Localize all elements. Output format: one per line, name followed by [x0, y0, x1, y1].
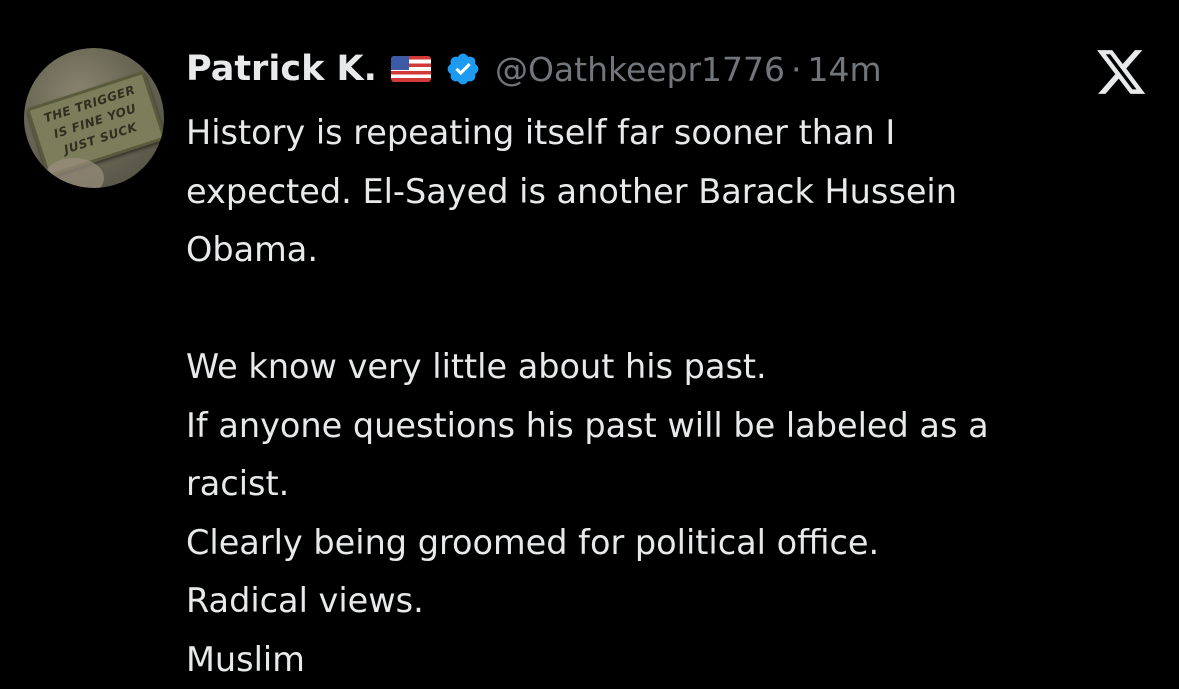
- tweet-text-line: racist.: [186, 464, 290, 503]
- tweet-text-spacer: [186, 280, 1166, 339]
- tweet-text-line: Obama.: [186, 230, 318, 269]
- avatar-hand: [44, 158, 104, 188]
- us-flag-icon: [390, 56, 431, 82]
- tweet-text-line: If anyone questions his past will be lab…: [186, 405, 989, 445]
- author-display-name[interactable]: Patrick K.: [186, 49, 377, 89]
- tweet-header: Patrick K. @Oathkeepr1776 · 14m: [186, 44, 882, 94]
- x-logo-icon: [1097, 50, 1147, 96]
- tweet-text-line: Radical views.: [186, 581, 424, 620]
- author-handle[interactable]: @Oathkeepr1776: [495, 50, 785, 89]
- tweet-text-line: We know very little about his past.: [186, 347, 767, 386]
- tweet-text-line: Muslim: [186, 639, 305, 679]
- timestamp[interactable]: 14m: [808, 50, 882, 89]
- avatar-patch: THE TRIGGER IS FINE YOU JUST SUCK: [25, 70, 164, 178]
- tweet-card[interactable]: THE TRIGGER IS FINE YOU JUST SUCK Patric…: [0, 0, 1179, 689]
- tweet-text-line: History is repeating itself far sooner t…: [186, 113, 896, 152]
- separator-dot: ·: [791, 49, 802, 89]
- tweet-text: History is repeating itself far sooner t…: [186, 104, 1166, 689]
- tweet-text-line: expected. El-Sayed is another Barack Hus…: [186, 171, 957, 211]
- tweet-text-line: Clearly being groomed for political offi…: [186, 522, 880, 562]
- verified-badge-icon[interactable]: [445, 51, 481, 87]
- avatar[interactable]: THE TRIGGER IS FINE YOU JUST SUCK: [24, 48, 164, 188]
